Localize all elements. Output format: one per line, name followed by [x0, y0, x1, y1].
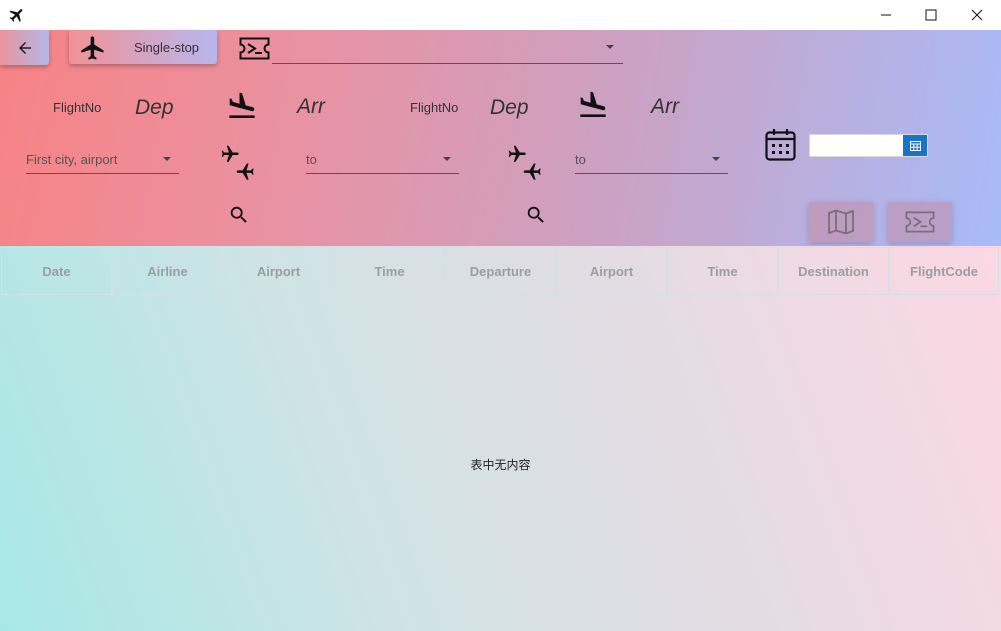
- from-city-select[interactable]: First city, airport: [26, 144, 179, 174]
- single-stop-label: Single-stop: [134, 40, 200, 55]
- search-panel: Single-stop FlightNo Dep Arr FlightNo De…: [0, 30, 1001, 246]
- maximize-icon: [925, 9, 937, 21]
- flightno-label-2: FlightNo: [410, 100, 459, 115]
- column-header-destination[interactable]: Destination: [778, 247, 889, 295]
- airplane-icon: [9, 9, 23, 22]
- to-city-placeholder-2: to: [575, 152, 586, 167]
- close-button[interactable]: [954, 0, 1000, 30]
- route-select[interactable]: [272, 30, 623, 64]
- landing-icon: [229, 92, 255, 118]
- column-header-airline[interactable]: Airline: [112, 247, 223, 295]
- to-city-placeholder-1: to: [306, 152, 317, 167]
- column-header-time-2[interactable]: Time: [667, 247, 778, 295]
- column-header-airport-2[interactable]: Airport: [556, 247, 667, 295]
- date-picker-button[interactable]: [903, 135, 927, 156]
- search-icon[interactable]: [525, 204, 547, 226]
- flight-results-table: Date Airline Airport Time Departure Airp…: [0, 246, 1001, 631]
- maximize-button[interactable]: [908, 0, 954, 30]
- connecting-flights-icon: [221, 145, 254, 180]
- ticket-icon: [905, 211, 935, 233]
- from-city-placeholder: First city, airport: [26, 152, 118, 167]
- empty-table-message: 表中无内容: [470, 458, 531, 472]
- close-icon: [971, 9, 983, 21]
- arrow-left-icon: [18, 41, 31, 54]
- date-picker: [809, 134, 928, 157]
- map-icon: [828, 209, 854, 235]
- title-bar: [0, 0, 1001, 30]
- column-header-date[interactable]: Date: [1, 247, 112, 295]
- column-header-departure[interactable]: Departure: [445, 247, 556, 295]
- column-header-airport[interactable]: Airport: [223, 247, 334, 295]
- calendar-small-icon: [909, 140, 921, 151]
- ticket-icon: [239, 37, 270, 60]
- to-city-select-1[interactable]: to: [306, 144, 459, 174]
- chevron-down-icon: [443, 157, 451, 161]
- flightno-label-1: FlightNo: [53, 100, 102, 115]
- column-header-time[interactable]: Time: [334, 247, 445, 295]
- column-header-flightcode[interactable]: FlightCode: [889, 247, 999, 295]
- ticket-button[interactable]: [888, 202, 952, 242]
- to-city-select-2[interactable]: to: [575, 144, 728, 174]
- calendar-icon: [765, 129, 796, 161]
- connecting-flights-icon: [508, 145, 541, 180]
- dep-label-1: Dep: [135, 96, 174, 119]
- airplane-icon: [81, 36, 104, 60]
- search-icon[interactable]: [228, 204, 250, 226]
- minimize-icon: [881, 14, 891, 16]
- chevron-down-icon: [163, 157, 171, 161]
- dep-label-2: Dep: [490, 96, 529, 119]
- back-button[interactable]: [0, 30, 49, 65]
- chevron-down-icon: [606, 45, 614, 49]
- arr-label-2: Arr: [651, 95, 679, 118]
- minimize-button[interactable]: [863, 0, 909, 30]
- landing-icon: [580, 91, 606, 117]
- chevron-down-icon: [712, 157, 720, 161]
- map-button[interactable]: [809, 202, 873, 242]
- arr-label-1: Arr: [297, 95, 325, 118]
- date-input[interactable]: [810, 135, 904, 156]
- single-stop-button[interactable]: Single-stop: [69, 30, 217, 64]
